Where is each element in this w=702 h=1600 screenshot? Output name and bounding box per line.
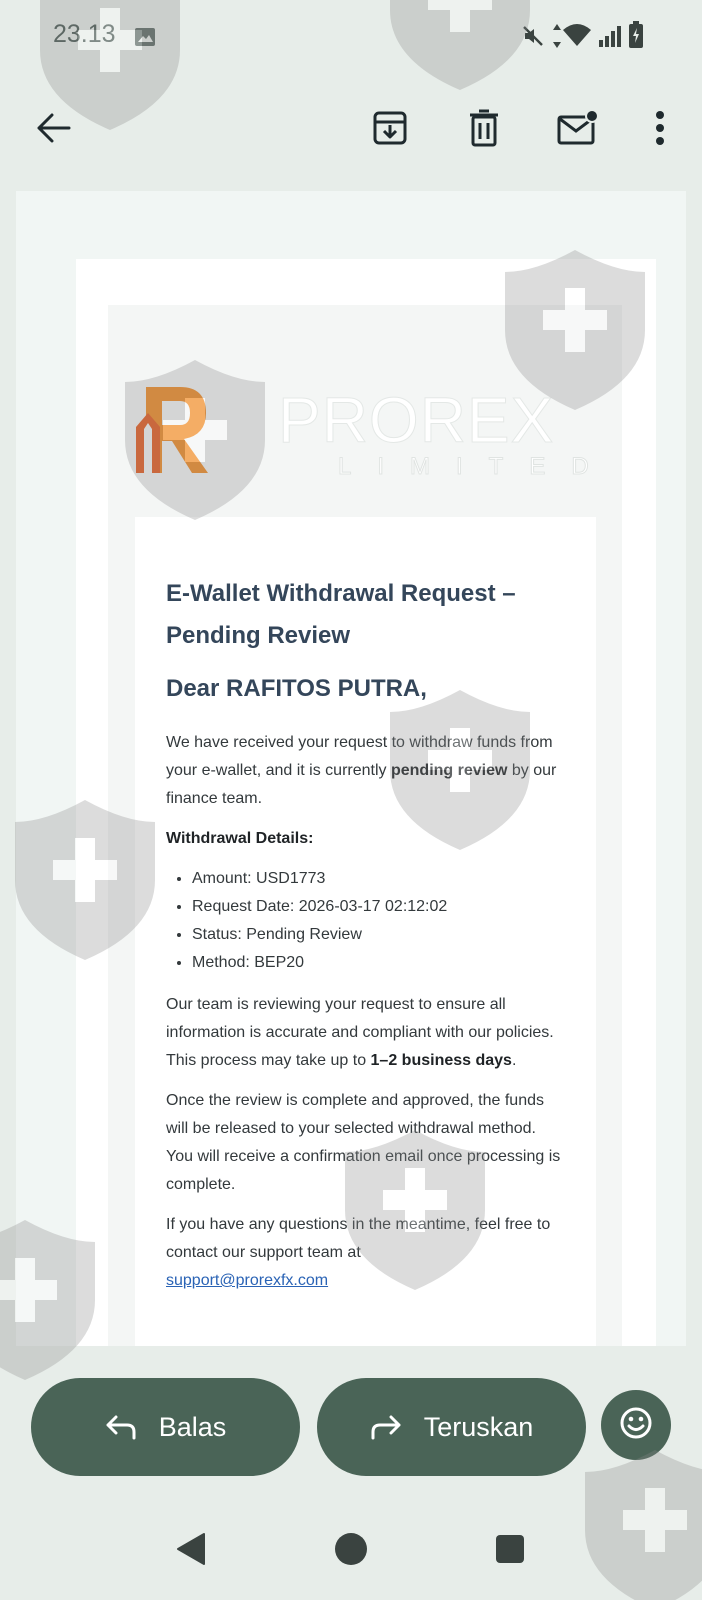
review-paragraph: Our team is reviewing your request to en… bbox=[166, 996, 554, 1069]
recents-square-icon[interactable] bbox=[495, 1534, 525, 1569]
action-bar: Balas Teruskan bbox=[0, 1370, 702, 1480]
brand-name: PROREX bbox=[277, 384, 555, 457]
back-button[interactable] bbox=[28, 104, 80, 156]
smiley-icon bbox=[619, 1406, 653, 1445]
mark-unread-button[interactable] bbox=[552, 104, 604, 156]
status-bar: 23.13 bbox=[0, 0, 702, 70]
home-circle-icon[interactable] bbox=[334, 1532, 368, 1571]
email-outer-container: PROREX LIMITED E-Wallet Withdrawal Reque… bbox=[76, 259, 656, 1346]
forward-button[interactable]: Teruskan bbox=[317, 1378, 586, 1476]
archive-button[interactable] bbox=[364, 104, 416, 156]
reaction-button[interactable] bbox=[601, 1390, 671, 1460]
archive-icon bbox=[372, 110, 408, 151]
email-greeting: Dear RAFITOS PUTRA, bbox=[166, 675, 427, 702]
app-bar bbox=[0, 90, 702, 170]
delete-icon bbox=[468, 109, 500, 152]
support-email-link[interactable]: support@prorexfx.com bbox=[166, 1272, 328, 1289]
detail-status: Status: Pending Review bbox=[192, 921, 566, 949]
mark-unread-icon bbox=[557, 108, 599, 151]
signal-icon bbox=[598, 24, 622, 53]
details-list: Amount: USD1773 Request Date: 2026-03-17… bbox=[166, 865, 566, 977]
detail-method: Method: BEP20 bbox=[192, 949, 566, 977]
status-time: 23.13 bbox=[53, 20, 116, 48]
back-triangle-icon[interactable] bbox=[175, 1532, 207, 1571]
forward-icon bbox=[370, 1414, 402, 1440]
detail-request-date: Request Date: 2026-03-17 02:12:02 bbox=[192, 893, 566, 921]
data-arrows-icon bbox=[552, 23, 562, 54]
message-card: E-Wallet Withdrawal Request – Pending Re… bbox=[135, 517, 596, 1346]
reply-label: Balas bbox=[158, 1411, 227, 1442]
release-paragraph: Once the review is complete and approved… bbox=[166, 1092, 561, 1193]
mute-icon bbox=[521, 24, 545, 53]
gallery-icon bbox=[134, 27, 156, 52]
delete-button[interactable] bbox=[458, 104, 510, 156]
system-nav-bar bbox=[0, 1500, 702, 1600]
battery-icon bbox=[628, 21, 644, 54]
intro-paragraph: We have received your request to withdra… bbox=[166, 734, 557, 807]
details-heading: Withdrawal Details: bbox=[166, 830, 314, 847]
back-arrow-icon bbox=[36, 112, 72, 149]
reply-icon bbox=[105, 1414, 137, 1440]
brand-subtitle: LIMITED bbox=[338, 453, 615, 481]
more-vert-icon bbox=[655, 110, 665, 151]
forward-label: Teruskan bbox=[423, 1411, 534, 1442]
wifi-icon bbox=[562, 22, 592, 53]
detail-amount: Amount: USD1773 bbox=[192, 865, 566, 893]
questions-paragraph: If you have any questions in the meantim… bbox=[166, 1216, 551, 1289]
email-body[interactable]: PROREX LIMITED E-Wallet Withdrawal Reque… bbox=[16, 191, 686, 1346]
more-options-button[interactable] bbox=[634, 104, 686, 156]
brand-logo: PROREX LIMITED bbox=[128, 365, 628, 481]
email-inner-container: PROREX LIMITED E-Wallet Withdrawal Reque… bbox=[108, 305, 622, 1346]
email-title: E-Wallet Withdrawal Request – Pending Re… bbox=[166, 580, 516, 649]
reply-button[interactable]: Balas bbox=[31, 1378, 300, 1476]
brand-monogram bbox=[136, 387, 208, 473]
